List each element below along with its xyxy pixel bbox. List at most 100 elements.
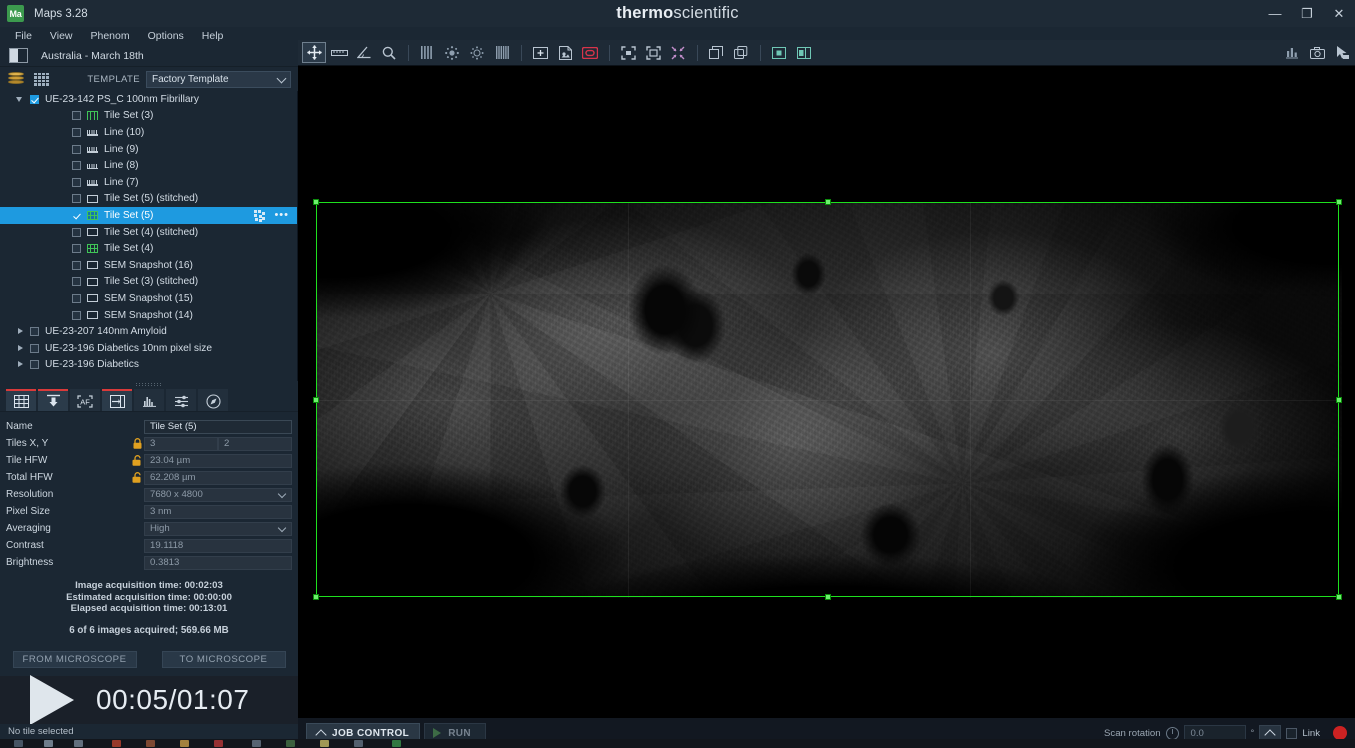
duplicate-layer-icon[interactable]	[729, 42, 753, 63]
tree-item[interactable]: UE-23-142 PS_C 100nm Fibrillary	[0, 91, 297, 108]
grid-view-icon[interactable]	[34, 72, 49, 86]
tree-item-checkbox[interactable]	[72, 177, 81, 187]
tree-item[interactable]: SEM Snapshot (16)	[0, 257, 297, 274]
zoom-search-icon[interactable]	[377, 42, 401, 63]
tree-item[interactable]: Line (9)	[0, 141, 297, 158]
restore-icon[interactable]: ❐	[1291, 0, 1323, 27]
tree-item[interactable]: UE-23-196 Diabetics 10nm pixel size	[0, 340, 297, 357]
angle-measure-icon[interactable]	[352, 42, 376, 63]
to-microscope-button[interactable]: TO MICROSCOPE	[161, 651, 286, 668]
panel-toggle-icon[interactable]	[9, 48, 28, 63]
menu-phenom[interactable]: Phenom	[82, 27, 139, 45]
tree-item-checkbox[interactable]	[72, 194, 81, 204]
property-input[interactable]: 62.208 µm	[144, 470, 292, 485]
fit-selection-icon[interactable]	[616, 42, 640, 63]
pan-move-icon[interactable]	[302, 42, 326, 63]
tab-navigation[interactable]	[198, 389, 228, 411]
tree-item[interactable]: Tile Set (5) •••	[0, 207, 297, 224]
menu-options[interactable]: Options	[139, 27, 193, 45]
lock-open-icon[interactable]	[130, 455, 144, 466]
tree-item-checkbox[interactable]	[72, 111, 81, 121]
property-input[interactable]: Tile Set (5)	[144, 419, 292, 434]
tree-item-checkbox[interactable]	[72, 144, 81, 154]
tree-item[interactable]: Tile Set (3) (stitched)	[0, 274, 297, 291]
from-microscope-button[interactable]: FROM MICROSCOPE	[12, 651, 137, 668]
tree-item-checkbox[interactable]	[30, 94, 39, 104]
tree-item-checkbox[interactable]	[72, 310, 81, 320]
tiles-y-input[interactable]: 2	[218, 436, 292, 451]
tree-item[interactable]: Tile Set (4) (stitched)	[0, 224, 297, 241]
tree-item-checkbox[interactable]	[30, 360, 39, 370]
play-icon[interactable]	[30, 675, 74, 725]
tree-item[interactable]: Line (7)	[0, 174, 297, 191]
property-select[interactable]: 7680 x 4800	[144, 487, 292, 502]
tree-item[interactable]: UE-23-196 Diabetics	[0, 357, 297, 374]
lock-open-icon[interactable]	[130, 472, 144, 483]
tree-item[interactable]: UE-23-207 140nm Amyloid	[0, 323, 297, 340]
tree-item-checkbox[interactable]	[30, 327, 39, 337]
reacquire-tiles-icon[interactable]	[254, 209, 266, 222]
tree-item-checkbox[interactable]	[72, 293, 81, 303]
minimize-icon[interactable]: —	[1259, 0, 1291, 27]
ruler-measure-icon[interactable]	[327, 42, 351, 63]
video-player-overlay[interactable]: 00:05/01:07	[0, 675, 298, 725]
lock-closed-icon[interactable]	[130, 438, 144, 449]
panel-resize-handle[interactable]	[0, 381, 298, 388]
add-snapshot-icon[interactable]	[528, 42, 552, 63]
image-adjust-icon[interactable]	[767, 42, 791, 63]
tree-item[interactable]: Line (10)	[0, 124, 297, 141]
tab-autofocus[interactable]: AF	[70, 389, 100, 411]
tile-set-ring-icon[interactable]	[465, 42, 489, 63]
tree-item[interactable]: Line (8)	[0, 157, 297, 174]
layers-stack-icon[interactable]	[7, 71, 26, 87]
tree-item-checkbox[interactable]	[72, 227, 81, 237]
close-icon[interactable]: ✕	[1323, 0, 1355, 27]
link-checkbox[interactable]	[1286, 727, 1298, 739]
layer-front-icon[interactable]	[704, 42, 728, 63]
menu-file[interactable]: File	[6, 27, 41, 45]
chevron-down-icon[interactable]	[16, 95, 25, 104]
image-viewer[interactable]: 仪 仪器信息网 www.instrument.com.cn 10 µm 356.…	[298, 66, 1355, 718]
property-input[interactable]: 23.04 µm	[144, 453, 292, 468]
property-input[interactable]: 19.1118	[144, 538, 292, 553]
tree-item-checkbox[interactable]	[72, 260, 81, 270]
tree-item-checkbox[interactable]	[72, 210, 81, 220]
chart-stats-icon[interactable]	[1280, 42, 1304, 63]
tile-set-radial-icon[interactable]	[440, 42, 464, 63]
scan-rotation-reset-icon[interactable]	[1165, 726, 1179, 740]
tab-tile-set[interactable]	[6, 389, 36, 411]
project-tree[interactable]: UE-23-142 PS_C 100nm Fibrillary Tile Set …	[0, 91, 298, 381]
camera-snapshot-icon[interactable]	[1305, 42, 1329, 63]
pointer-tool-icon[interactable]	[1330, 42, 1354, 63]
chevron-right-icon[interactable]	[16, 344, 25, 353]
tab-image-settings[interactable]	[102, 389, 132, 411]
menu-view[interactable]: View	[41, 27, 82, 45]
more-options-icon[interactable]: •••	[274, 210, 289, 221]
property-select[interactable]: High	[144, 521, 292, 536]
red-region-icon[interactable]	[578, 42, 602, 63]
tree-item[interactable]: SEM Snapshot (15)	[0, 290, 297, 307]
tiles-x-input[interactable]: 3	[144, 436, 218, 451]
property-input[interactable]: 0.3813	[144, 555, 292, 570]
split-view-icon[interactable]	[792, 42, 816, 63]
menu-help[interactable]: Help	[193, 27, 233, 45]
chevron-right-icon[interactable]	[16, 327, 25, 336]
tab-focus[interactable]	[38, 389, 68, 411]
collapse-center-icon[interactable]	[666, 42, 690, 63]
tree-item-checkbox[interactable]	[72, 244, 81, 254]
chevron-right-icon[interactable]	[16, 360, 25, 369]
document-image-icon[interactable]	[553, 42, 577, 63]
fit-image-icon[interactable]	[641, 42, 665, 63]
tree-item-checkbox[interactable]	[30, 343, 39, 353]
tree-item-checkbox[interactable]	[72, 277, 81, 287]
tab-sliders[interactable]	[166, 389, 196, 411]
tree-item-checkbox[interactable]	[72, 161, 81, 171]
tile-set-grid-icon[interactable]	[415, 42, 439, 63]
tree-item[interactable]: SEM Snapshot (14)	[0, 307, 297, 324]
tree-item[interactable]: Tile Set (5) (stitched)	[0, 191, 297, 208]
tree-item[interactable]: Tile Set (3)	[0, 108, 297, 125]
tab-histogram[interactable]	[134, 389, 164, 411]
tree-item-checkbox[interactable]	[72, 127, 81, 137]
property-input[interactable]: 3 nm	[144, 504, 292, 519]
tile-set-dense-icon[interactable]	[490, 42, 514, 63]
